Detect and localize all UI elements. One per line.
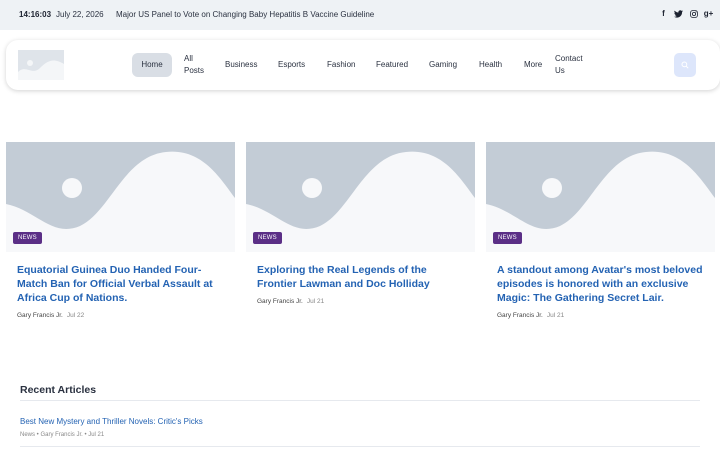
search-button[interactable]	[674, 53, 696, 77]
article-meta: Gary Francis Jr. Jul 21	[497, 312, 704, 319]
divider	[20, 400, 700, 401]
article-card[interactable]: NEWS A standout among Avatar's most belo…	[486, 142, 715, 319]
nav-home[interactable]: Home	[132, 53, 172, 77]
news-ticker-link[interactable]: Major US Panel to Vote on Changing Baby …	[116, 10, 374, 19]
article-image-placeholder[interactable]: NEWS	[6, 142, 235, 252]
category-badge[interactable]: NEWS	[253, 232, 282, 244]
article-image-placeholder[interactable]: NEWS	[486, 142, 715, 252]
nav-health[interactable]: Health	[479, 59, 502, 71]
nav-all-posts[interactable]: All Posts	[184, 53, 212, 77]
article-card[interactable]: NEWS Exploring the Real Legends of the F…	[246, 142, 475, 305]
article-title[interactable]: Exploring the Real Legends of the Fronti…	[257, 263, 464, 291]
facebook-icon[interactable]: f	[659, 8, 668, 19]
google-plus-icon[interactable]: g+	[704, 8, 714, 19]
search-icon	[681, 61, 689, 69]
article-date: Jul 21	[546, 312, 565, 319]
article-date: Jul 22	[66, 312, 85, 319]
nav-featured[interactable]: Featured	[376, 59, 408, 71]
article-date: Jul 21	[306, 298, 325, 305]
site-logo[interactable]	[18, 50, 64, 80]
twitter-icon[interactable]	[674, 8, 683, 19]
article-author[interactable]: Gary Francis Jr.	[17, 312, 63, 319]
instagram-icon[interactable]	[689, 8, 698, 19]
article-card[interactable]: NEWS Equatorial Guinea Duo Handed Four-M…	[6, 142, 235, 319]
social-links: f g+	[659, 8, 713, 19]
article-meta: Gary Francis Jr. Jul 22	[17, 312, 224, 319]
nav-gaming[interactable]: Gaming	[429, 59, 457, 71]
nav-business[interactable]: Business	[225, 59, 257, 71]
current-date: July 22, 2026	[56, 10, 104, 19]
article-author[interactable]: Gary Francis Jr.	[497, 312, 543, 319]
article-meta: Gary Francis Jr. Jul 21	[257, 298, 464, 305]
top-bar: 14:16:03 July 22, 2026 Major US Panel to…	[0, 0, 720, 30]
article-author[interactable]: Gary Francis Jr.	[257, 298, 303, 305]
nav-contact-us[interactable]: Contact Us	[555, 53, 589, 77]
site-header: Home All Posts Business Esports Fashion …	[6, 40, 720, 90]
article-title[interactable]: A standout among Avatar's most beloved e…	[497, 263, 704, 305]
article-image-placeholder[interactable]: NEWS	[246, 142, 475, 252]
recent-article-title[interactable]: Best New Mystery and Thriller Novels: Cr…	[20, 417, 203, 426]
clock-time: 14:16:03	[19, 10, 52, 19]
nav-more[interactable]: More	[524, 59, 542, 71]
nav-fashion[interactable]: Fashion	[327, 59, 355, 71]
divider	[20, 446, 700, 447]
article-title[interactable]: Equatorial Guinea Duo Handed Four-Match …	[17, 263, 224, 305]
nav-esports[interactable]: Esports	[278, 59, 305, 71]
recent-articles-heading: Recent Articles	[20, 384, 97, 396]
category-badge[interactable]: NEWS	[493, 232, 522, 244]
category-badge[interactable]: NEWS	[13, 232, 42, 244]
recent-article-meta: News • Gary Francis Jr. • Jul 21	[20, 432, 105, 438]
